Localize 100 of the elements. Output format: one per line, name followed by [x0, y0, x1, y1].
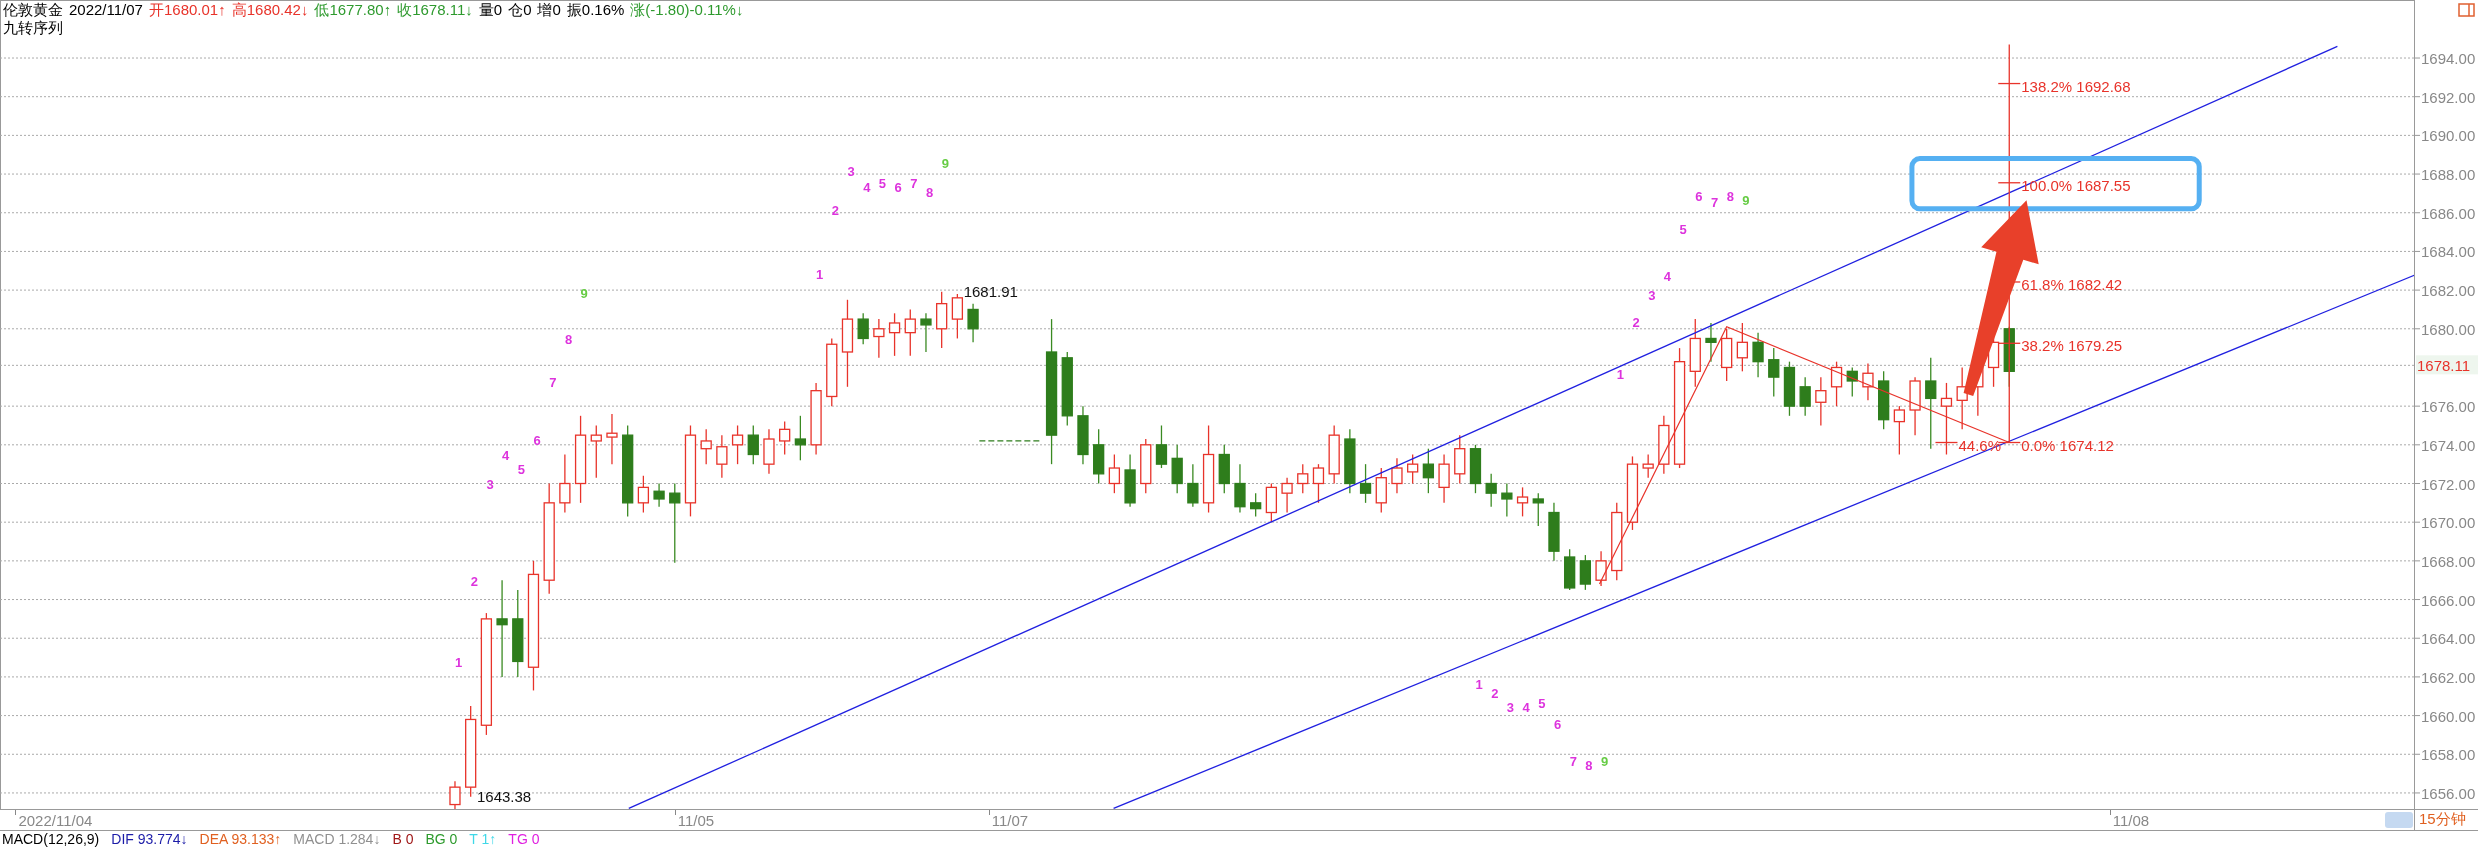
- indicator-title: 九转序列: [3, 19, 63, 37]
- candlestick: [873, 318, 885, 359]
- price-label: 1660.00: [2421, 707, 2476, 725]
- candlestick: [1846, 366, 1858, 398]
- candlestick: [1830, 361, 1843, 407]
- candlestick: [1218, 444, 1230, 494]
- quote-field: 涨(-1.80)-0.11%↓: [630, 1, 744, 19]
- candlestick: [731, 424, 744, 465]
- price-label: 1662.00: [2421, 668, 2476, 686]
- sequence-number: 9: [1742, 193, 1750, 209]
- sequence-number: 9: [941, 156, 949, 172]
- candlestick: [1187, 463, 1199, 508]
- quote-field: 高1680.42↓: [231, 1, 309, 19]
- candlestick: [1516, 486, 1529, 518]
- candlestick: [1155, 424, 1168, 469]
- candlestick: [606, 413, 618, 465]
- sequence-number: 3: [486, 477, 494, 493]
- sequence-number: 2: [470, 574, 478, 590]
- price-label: 1684.00: [2421, 243, 2476, 261]
- candlestick: [951, 293, 963, 340]
- candlestick: [1815, 376, 1827, 427]
- candlestick: [1469, 444, 1482, 494]
- candlestick: [1375, 467, 1387, 514]
- sequence-number: 1: [1616, 367, 1624, 383]
- sequence-number: 9: [1601, 754, 1609, 769]
- candlestick: [1689, 318, 1701, 388]
- indicator-value: MACD 1.284↓: [293, 831, 381, 848]
- window-toggle-icon[interactable]: [2458, 3, 2475, 17]
- candlestick: [1407, 453, 1419, 485]
- candlestick: [1862, 362, 1874, 401]
- candlestick: [1501, 482, 1513, 518]
- sequence-number: 5: [517, 461, 525, 477]
- quote-field: 量0: [478, 1, 503, 19]
- candlestick: [1108, 453, 1120, 494]
- candlestick: [826, 337, 838, 407]
- sequence-number: 8: [925, 185, 934, 201]
- price-label: 1658.00: [2421, 746, 2476, 764]
- candlestick: [653, 482, 665, 508]
- sequence-number: 5: [1538, 696, 1546, 711]
- candlestick: [1799, 376, 1811, 417]
- candlestick: [888, 312, 901, 357]
- candlestick: [1265, 482, 1277, 523]
- price-label: 1688.00: [2421, 166, 2476, 184]
- fib-level-label: 61.8% 1682.42: [2021, 276, 2123, 293]
- price-label: 1670.00: [2421, 514, 2476, 532]
- fib-level-label: 100.0% 1687.55: [2021, 176, 2131, 194]
- date-label: 11/07: [991, 812, 1029, 829]
- price-label: 1664.00: [2421, 630, 2476, 648]
- sequence-number: 1: [1475, 676, 1483, 692]
- candlestick: [700, 428, 712, 465]
- price-mark: 1681.91: [963, 282, 1018, 300]
- price-label: 1682.00: [2421, 282, 2476, 300]
- candlestick: [936, 291, 948, 349]
- sequence-number: 2: [831, 202, 839, 218]
- candlestick: [1658, 415, 1670, 475]
- candlestick: [1909, 376, 1921, 436]
- sequence-number: 4: [502, 448, 510, 464]
- candlestick: [637, 475, 650, 514]
- sequence-number: 7: [549, 374, 557, 390]
- candlestick: [747, 424, 759, 465]
- candlestick: [1485, 473, 1497, 508]
- sequence-number: 4: [1663, 268, 1672, 284]
- sequence-number: 1: [816, 266, 824, 282]
- sequence-number: 3: [1648, 287, 1656, 303]
- candlestick: [1234, 463, 1246, 514]
- date-label: 11/08: [2112, 812, 2150, 829]
- candlestick: [1124, 453, 1136, 508]
- sequence-number: 9: [580, 285, 588, 301]
- candlestick: [1532, 492, 1544, 527]
- fib-level-label: 138.2% 1692.68: [2021, 77, 2131, 95]
- quote-field: 2022/11/07: [69, 1, 143, 19]
- fib-level-label: 44.6%: [1958, 436, 2001, 454]
- candlestick: [857, 312, 869, 345]
- candlestick: [920, 312, 932, 353]
- candlestick: [1595, 550, 1607, 587]
- candlestick: [1438, 453, 1450, 504]
- current-price-label: 1678.11: [2416, 355, 2478, 375]
- candlestick: [1171, 444, 1183, 494]
- price-label: 1676.00: [2421, 398, 2476, 416]
- indicator-value: BG 0: [425, 831, 458, 848]
- sequence-number: 7: [910, 175, 918, 191]
- candlestick: [1752, 332, 1764, 378]
- candlestick: [1721, 328, 1733, 382]
- scroll-thumb[interactable]: [2385, 812, 2413, 828]
- price-label: 1666.00: [2421, 591, 2476, 609]
- price-label: 1692.00: [2421, 88, 2476, 106]
- candlestick: [1893, 405, 1905, 456]
- indicator-value: TG 0: [508, 831, 540, 848]
- candlestick: [1579, 554, 1591, 591]
- candlestick: [1783, 361, 1796, 417]
- price-label: 1680.00: [2421, 320, 2476, 338]
- sequence-number: 3: [1506, 699, 1515, 715]
- price-label: 1694.00: [2421, 50, 2476, 67]
- date-label: 11/05: [677, 812, 715, 829]
- sequence-number: 8: [1585, 757, 1593, 773]
- quote-field: 仓0: [508, 1, 532, 19]
- candlestick: [1250, 492, 1262, 518]
- candlestick: [590, 424, 602, 479]
- period-label[interactable]: 15分钟: [2414, 810, 2466, 830]
- candlestick: [1642, 453, 1654, 479]
